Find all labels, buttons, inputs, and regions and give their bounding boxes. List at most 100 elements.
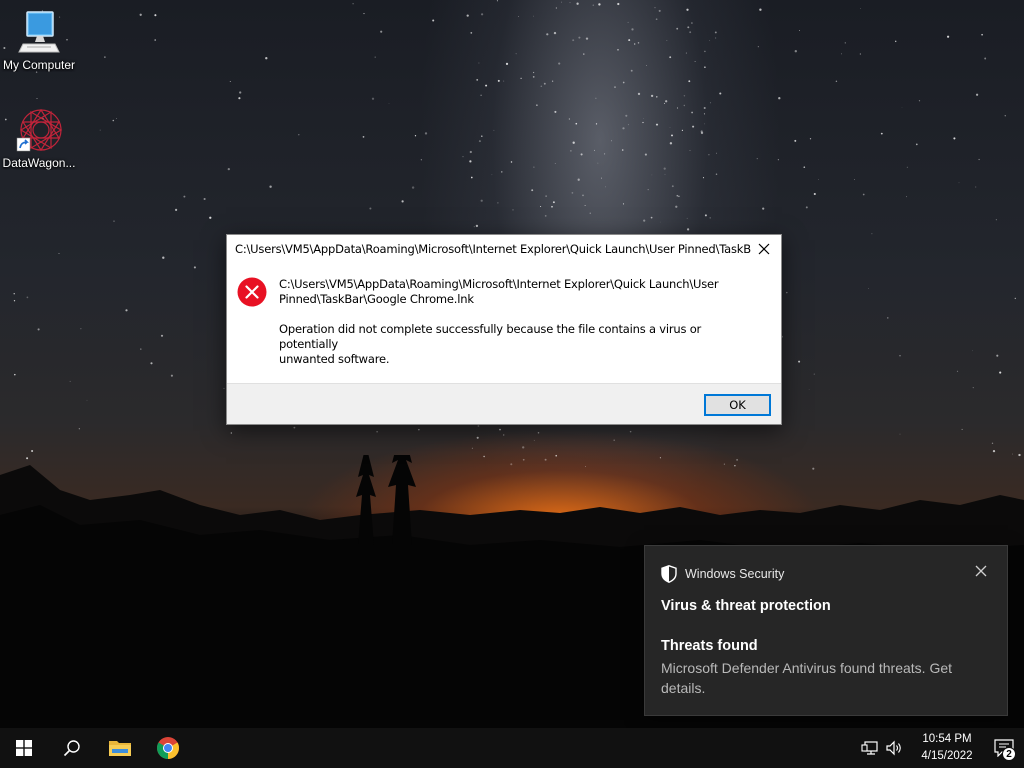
star <box>154 39 157 41</box>
clock-date: 4/15/2022 <box>921 750 973 762</box>
star <box>894 40 897 43</box>
start-button[interactable] <box>0 728 48 768</box>
desktop-icon-label: DataWagon... <box>2 156 76 170</box>
star <box>975 186 977 188</box>
star <box>681 129 683 131</box>
volume-tray-button[interactable] <box>882 728 906 768</box>
star <box>604 153 606 155</box>
star <box>692 125 695 128</box>
star <box>818 179 819 180</box>
star <box>568 118 571 120</box>
star <box>702 177 705 179</box>
search-button[interactable] <box>48 728 96 768</box>
star <box>627 124 629 126</box>
taskbar-file-explorer[interactable] <box>96 728 144 768</box>
star <box>582 194 584 197</box>
star <box>628 39 631 42</box>
star <box>709 102 712 104</box>
star <box>369 207 372 210</box>
star <box>671 185 674 188</box>
star <box>777 159 779 161</box>
star <box>658 9 661 12</box>
star <box>808 389 810 390</box>
star <box>691 111 693 114</box>
star <box>676 194 679 197</box>
star <box>209 216 212 219</box>
star <box>709 40 711 41</box>
star <box>637 42 640 44</box>
star <box>473 226 475 228</box>
search-icon <box>63 740 80 757</box>
star <box>505 62 509 66</box>
star <box>476 78 479 81</box>
star <box>961 428 963 430</box>
toast-close-button[interactable] <box>975 564 989 578</box>
star <box>887 317 889 319</box>
action-center-button[interactable]: 2 <box>984 728 1024 768</box>
close-icon <box>975 565 987 577</box>
star <box>972 387 974 389</box>
star <box>622 127 625 130</box>
star <box>86 399 88 401</box>
star <box>631 28 634 31</box>
star <box>805 206 808 209</box>
star <box>597 162 599 164</box>
star <box>31 449 34 453</box>
star <box>69 380 71 382</box>
star <box>496 0 498 2</box>
computer-icon <box>18 11 60 53</box>
star <box>80 328 82 330</box>
desktop-icon-datawagon[interactable]: DataWagon... <box>0 106 78 170</box>
star <box>621 149 624 151</box>
star <box>678 195 680 198</box>
star <box>688 80 691 83</box>
ok-button[interactable]: OK <box>704 394 771 416</box>
star <box>470 176 473 179</box>
star <box>659 221 661 223</box>
network-tray-button[interactable] <box>858 728 882 768</box>
star <box>26 296 29 299</box>
datawagon-shortcut-icon <box>16 108 63 152</box>
star <box>13 293 15 295</box>
star <box>227 167 230 171</box>
star <box>462 156 464 158</box>
star <box>230 432 232 434</box>
star <box>1014 297 1016 300</box>
star <box>629 430 632 433</box>
star <box>553 31 557 35</box>
dialog-titlebar[interactable]: C:\Users\VM5\AppData\Roaming\Microsoft\I… <box>227 235 781 263</box>
star <box>906 166 908 168</box>
star <box>125 309 128 312</box>
star <box>715 173 718 175</box>
star <box>503 434 505 436</box>
star <box>622 81 625 84</box>
star <box>975 93 979 96</box>
star <box>545 195 547 197</box>
star <box>497 79 500 82</box>
star <box>104 56 106 58</box>
speaker-icon <box>886 740 901 756</box>
taskbar-chrome[interactable] <box>144 728 192 768</box>
star <box>543 82 546 85</box>
star <box>193 266 196 269</box>
star <box>880 132 883 135</box>
star <box>388 103 390 104</box>
star <box>578 36 581 39</box>
star <box>592 4 595 7</box>
star <box>694 61 696 62</box>
dialog-close-button[interactable] <box>747 235 781 263</box>
taskbar-clock[interactable]: 10:54 PM 4/15/2022 <box>910 731 984 765</box>
star <box>1004 115 1006 117</box>
star <box>583 53 585 55</box>
star <box>491 174 493 176</box>
security-notification-toast[interactable]: Windows Security Virus & threat protecti… <box>644 545 1008 716</box>
star <box>786 291 788 294</box>
star <box>617 49 619 51</box>
star <box>162 256 165 259</box>
star <box>170 374 173 377</box>
star <box>363 13 365 15</box>
star <box>113 220 115 222</box>
desktop-icon-my-computer[interactable]: My Computer <box>0 8 78 72</box>
star <box>584 205 586 207</box>
star <box>298 134 300 136</box>
